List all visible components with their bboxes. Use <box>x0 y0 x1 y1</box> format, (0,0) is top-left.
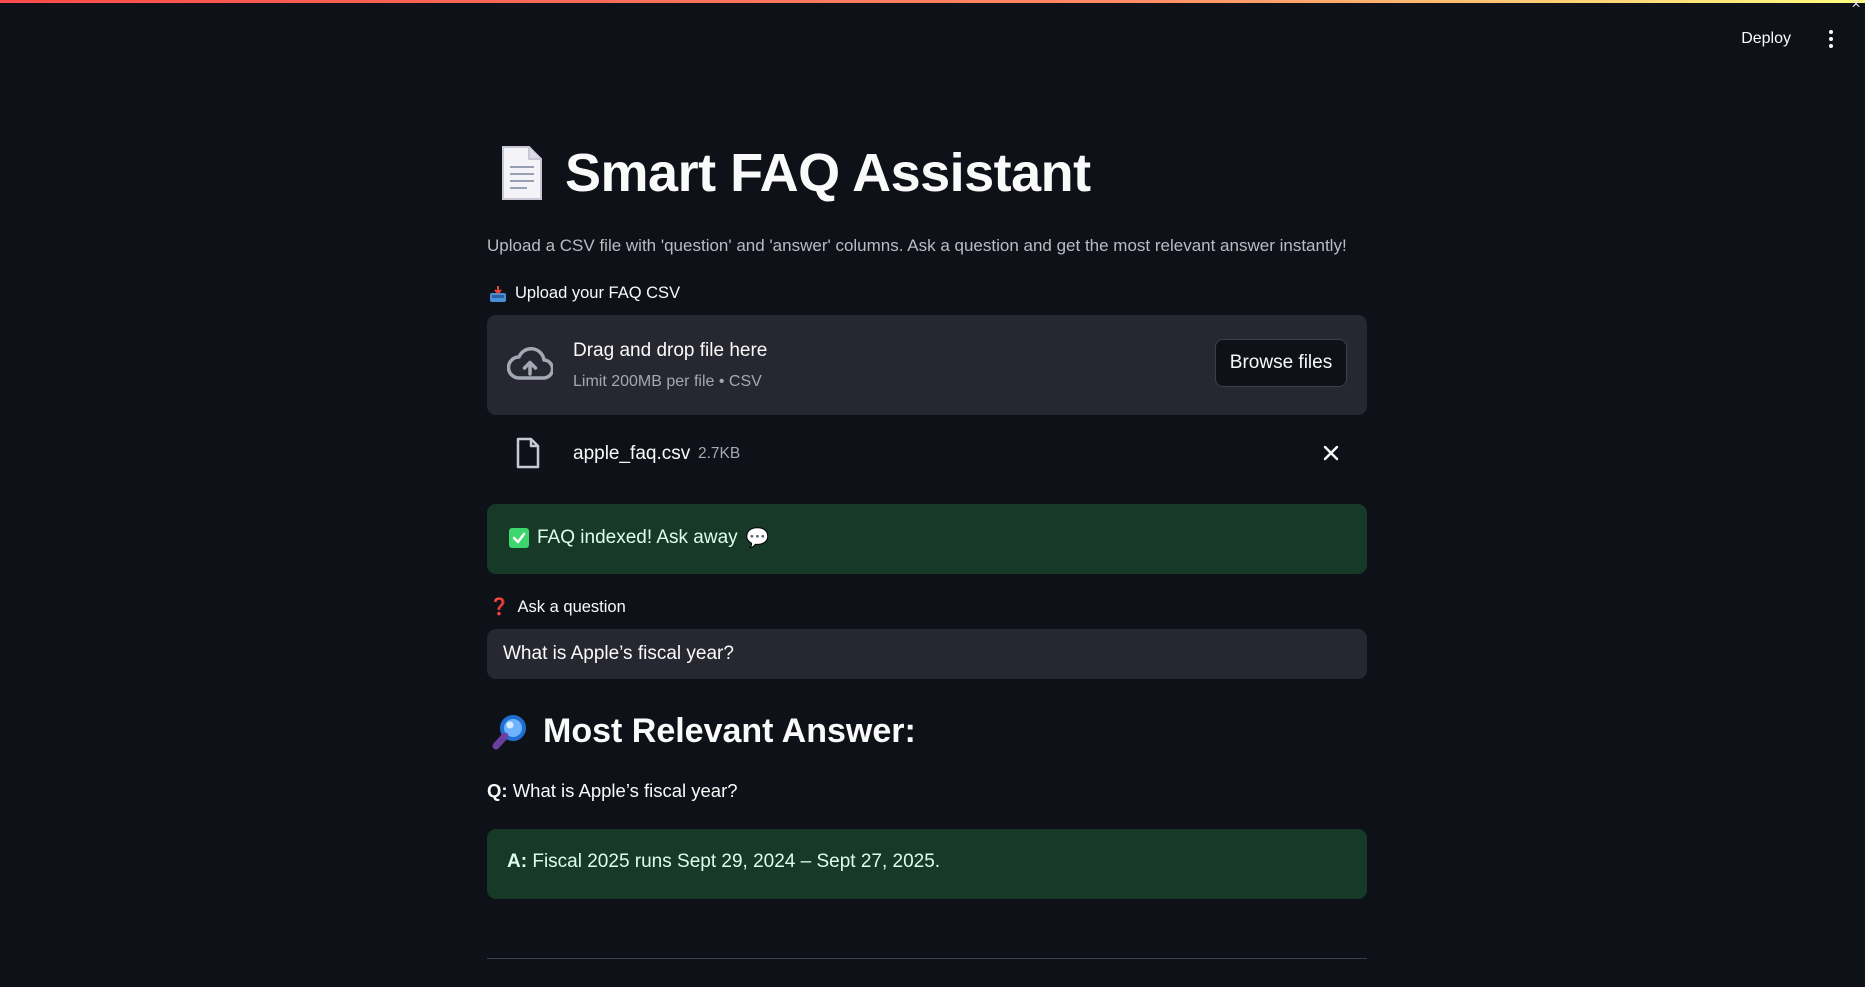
ask-question-label: ❓ Ask a question <box>489 598 626 617</box>
speech-bubble-icon: 💬 <box>745 528 770 549</box>
question-input[interactable] <box>487 629 1367 679</box>
corner-close-icon[interactable]: ✕ <box>1851 0 1861 11</box>
title-row: Smart FAQ Assistant <box>499 142 1091 204</box>
uploaded-file-row: apple_faq.csv 2.7KB <box>487 433 1367 475</box>
dropzone-title: Drag and drop file here <box>573 340 768 361</box>
inbox-tray-icon <box>490 285 506 302</box>
answer-heading: Most Relevant Answer: <box>543 712 916 750</box>
cloud-upload-icon <box>507 347 553 380</box>
success-text: FAQ indexed! Ask away <box>537 527 738 548</box>
upload-label: Upload your FAQ CSV <box>489 284 680 303</box>
matched-question: Q: What is Apple’s fiscal year? <box>487 780 738 802</box>
file-icon <box>516 437 540 469</box>
matched-question-text: What is Apple’s fiscal year? <box>512 780 738 801</box>
main-menu-icon[interactable] <box>1821 27 1841 51</box>
question-mark-icon: ❓ <box>489 598 510 616</box>
answer-box: A: Fiscal 2025 runs Sept 29, 2024 – Sept… <box>487 829 1367 899</box>
dropzone-limit: Limit 200MB per file • CSV <box>573 373 762 390</box>
ask-question-label-text: Ask a question <box>517 598 626 616</box>
file-name: apple_faq.csv <box>573 443 691 464</box>
page-title: Smart FAQ Assistant <box>565 143 1091 203</box>
document-icon <box>502 146 542 200</box>
top-accent-bar <box>0 0 1865 3</box>
upload-label-text: Upload your FAQ CSV <box>515 284 681 302</box>
browse-files-button[interactable]: Browse files <box>1215 339 1347 387</box>
file-dropzone[interactable]: Drag and drop file here Limit 200MB per … <box>487 315 1367 415</box>
deploy-button[interactable]: Deploy <box>1733 24 1799 54</box>
answer-text: Fiscal 2025 runs Sept 29, 2024 – Sept 27… <box>532 851 941 872</box>
a-prefix: A: <box>507 851 528 872</box>
magnifier-icon <box>492 714 526 749</box>
file-size: 2.7KB <box>698 445 741 462</box>
page-subtitle: Upload a CSV file with 'question' and 'a… <box>487 236 1347 255</box>
check-mark-icon <box>509 528 529 548</box>
answer-heading-row: Most Relevant Answer: <box>491 712 916 751</box>
app-header: Deploy <box>1733 22 1841 56</box>
close-icon[interactable] <box>1319 441 1343 465</box>
divider <box>487 958 1367 959</box>
success-alert: FAQ indexed! Ask away 💬 <box>487 504 1367 574</box>
q-prefix: Q: <box>487 780 508 801</box>
